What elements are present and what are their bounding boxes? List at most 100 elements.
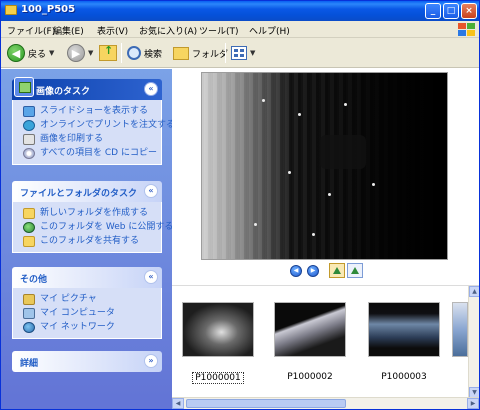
file-folder-tasks-header[interactable]: ファイルとフォルダのタスク «	[12, 181, 162, 202]
previous-image-button[interactable]: ◀	[290, 265, 302, 277]
explorer-window: 100_P505 _ □ × ファイル(F) 編集(E) 表示(V) お気に入り…	[0, 0, 480, 410]
thumbnail-image	[274, 302, 346, 357]
place-my-pictures[interactable]: マイ ピクチャ	[23, 292, 161, 306]
toolbar: ◀ 戻る ▼ ▶ ▼ ↑ 検索 フォルダ ▼	[1, 38, 479, 68]
menu-favorites[interactable]: お気に入り(A)	[139, 24, 197, 37]
task-pane-bottom	[1, 397, 172, 409]
back-dropdown-icon[interactable]: ▼	[49, 49, 54, 57]
forward-arrow-icon: ▶	[67, 44, 85, 62]
task-label: すべての項目を CD にコピー	[40, 148, 157, 158]
scroll-left-icon[interactable]: ◀	[172, 398, 184, 409]
other-places-panel: その他 « マイ ピクチャ マイ コンピュータ マイ ネットワーク	[12, 267, 162, 339]
collapse-icon[interactable]: «	[144, 184, 158, 198]
forward-dropdown-icon[interactable]: ▼	[88, 49, 93, 57]
task-label: 新しいフォルダを作成する	[40, 208, 149, 218]
share-folder-icon	[23, 236, 35, 247]
task-publish-web[interactable]: このフォルダを Web に公開する	[23, 220, 173, 234]
task-copy-to-cd[interactable]: すべての項目を CD にコピー	[23, 146, 161, 160]
other-places-body: マイ ピクチャ マイ コンピュータ マイ ネットワーク	[12, 288, 162, 339]
up-folder-icon: ↑	[99, 44, 117, 61]
folders-icon	[173, 46, 189, 60]
thumbnail-item[interactable]	[448, 294, 468, 374]
search-icon	[127, 46, 141, 60]
horizontal-scrollbar[interactable]: ◀ ▶	[172, 397, 479, 409]
content-area: ◀ ▶ P1000001 P1000002 P1000003 ▲ ▼	[172, 69, 479, 398]
search-button[interactable]: 検索	[127, 42, 162, 64]
menu-bar: ファイル(F) 編集(E) 表示(V) お気に入り(A) ツール(T) ヘルプ(…	[1, 21, 479, 38]
scrollbar-thumb[interactable]	[186, 399, 346, 408]
up-folder-button[interactable]: ↑	[99, 42, 117, 64]
other-places-title: その他	[20, 275, 48, 285]
task-label: このフォルダを Web に公開する	[40, 222, 174, 232]
thumbnail-label: P1000001	[192, 372, 244, 384]
task-label: マイ ピクチャ	[40, 294, 97, 304]
image-tasks-header[interactable]: 画像のタスク «	[12, 77, 162, 100]
image-preview[interactable]	[201, 72, 448, 260]
next-image-button[interactable]: ▶	[307, 265, 319, 277]
my-pictures-icon	[23, 294, 35, 305]
folders-button[interactable]: フォルダ	[173, 42, 228, 64]
folders-label: フォルダ	[192, 49, 229, 60]
task-label: マイ ネットワーク	[40, 322, 115, 332]
collapse-icon[interactable]: «	[144, 270, 158, 284]
picture-icon	[333, 267, 341, 274]
window-title: 100_P505	[21, 4, 76, 15]
menu-help[interactable]: ヘルプ(H)	[249, 24, 290, 37]
filmstrip-vertical-scrollbar[interactable]: ▲ ▼	[468, 286, 479, 398]
maximize-button[interactable]: □	[443, 3, 459, 19]
picture-icon	[351, 267, 359, 274]
new-folder-icon	[23, 208, 35, 219]
back-arrow-icon: ◀	[7, 44, 25, 62]
place-my-network[interactable]: マイ ネットワーク	[23, 320, 161, 334]
expand-icon[interactable]: »	[144, 354, 158, 368]
task-new-folder[interactable]: 新しいフォルダを作成する	[23, 206, 161, 220]
thumbnail-image	[368, 302, 440, 357]
forward-button[interactable]: ▶ ▼	[67, 42, 93, 64]
task-share-folder[interactable]: このフォルダを共有する	[23, 234, 161, 248]
views-button[interactable]: ▼	[231, 42, 255, 64]
printer-icon	[23, 134, 35, 145]
task-slideshow[interactable]: スライドショーを表示する	[23, 104, 161, 118]
toolbar-separator	[121, 43, 122, 63]
task-print-pictures[interactable]: 画像を印刷する	[23, 132, 161, 146]
filmstrip-view-button[interactable]	[329, 263, 345, 278]
views-dropdown-icon[interactable]: ▼	[250, 49, 255, 57]
thumbnail-label: P1000002	[287, 372, 333, 382]
toolbar-separator	[225, 43, 226, 63]
back-label: 戻る	[28, 49, 47, 60]
menu-view[interactable]: 表示(V)	[97, 24, 128, 37]
collapse-icon[interactable]: «	[144, 82, 158, 96]
my-computer-icon	[23, 308, 35, 319]
scroll-up-icon[interactable]: ▲	[469, 286, 479, 297]
task-order-prints[interactable]: オンラインでプリントを注文する	[23, 118, 175, 132]
place-my-computer[interactable]: マイ コンピュータ	[23, 306, 161, 320]
views-icon	[231, 46, 247, 60]
thumbnail-image	[452, 302, 468, 357]
preview-photo	[202, 73, 447, 259]
picture-tasks-icon	[14, 77, 34, 97]
menu-file[interactable]: ファイル(F)	[7, 24, 55, 37]
task-label: 画像を印刷する	[40, 134, 104, 144]
title-bar[interactable]: 100_P505 _ □ ×	[1, 1, 479, 21]
menu-edit[interactable]: 編集(E)	[53, 24, 84, 37]
back-button[interactable]: ◀ 戻る ▼	[7, 42, 54, 64]
menu-tools[interactable]: ツール(T)	[199, 24, 239, 37]
image-tasks-body: スライドショーを表示する オンラインでプリントを注文する 画像を印刷する すべて…	[12, 100, 175, 165]
task-label: オンラインでプリントを注文する	[40, 120, 176, 130]
details-panel: 詳細 »	[12, 351, 162, 372]
details-title: 詳細	[20, 359, 39, 369]
file-folder-tasks-body: 新しいフォルダを作成する このフォルダを Web に公開する このフォルダを共有…	[12, 202, 173, 253]
other-places-header[interactable]: その他 «	[12, 267, 162, 288]
thumbnail-item[interactable]: P1000001	[178, 294, 258, 384]
thumbnail-item[interactable]: P1000003	[364, 294, 444, 382]
windows-logo-icon	[457, 22, 477, 37]
details-header[interactable]: 詳細 »	[12, 351, 162, 372]
thumbnail-item[interactable]: P1000002	[270, 294, 350, 382]
thumbnail-image	[182, 302, 254, 357]
task-label: マイ コンピュータ	[40, 308, 115, 318]
scroll-right-icon[interactable]: ▶	[467, 398, 479, 409]
file-folder-tasks-title: ファイルとフォルダのタスク	[20, 189, 138, 199]
close-button[interactable]: ×	[461, 3, 477, 19]
rotate-view-button[interactable]	[347, 263, 363, 278]
minimize-button[interactable]: _	[425, 3, 441, 19]
